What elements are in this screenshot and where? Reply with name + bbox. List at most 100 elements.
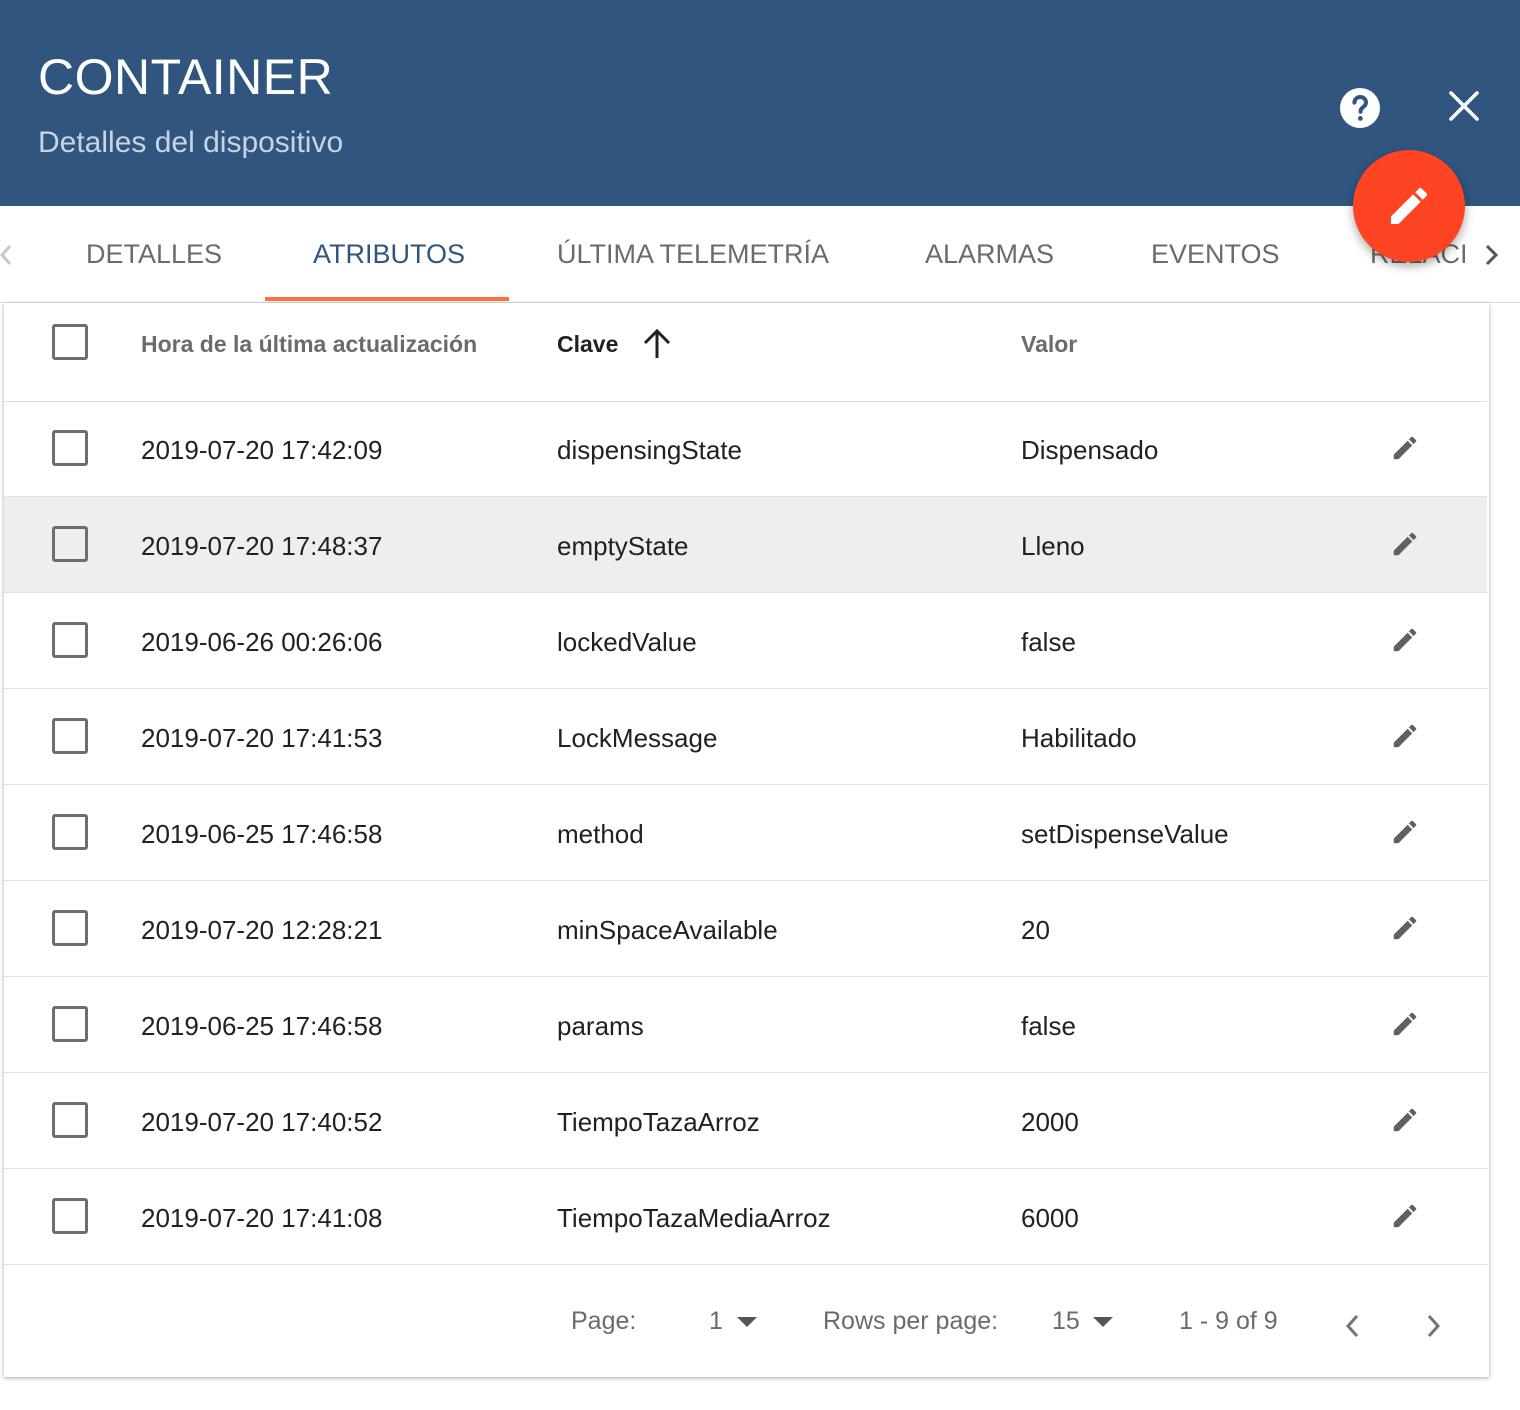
cell-value: 20	[1021, 915, 1050, 945]
tab-detalles[interactable]: DETALLES	[86, 206, 222, 302]
cell-time: 2019-07-20 17:42:09	[141, 435, 383, 465]
chevron-right-icon	[1427, 1314, 1441, 1338]
cell-key: LockMessage	[557, 723, 718, 753]
pencil-icon	[1391, 187, 1428, 224]
pencil-icon	[1393, 724, 1417, 748]
row-checkbox[interactable]	[52, 430, 88, 466]
pencil-icon	[1393, 916, 1417, 940]
cell-time: 2019-07-20 17:41:08	[141, 1203, 383, 1233]
cell-time: 2019-06-26 00:26:06	[141, 627, 383, 657]
table-row[interactable]: 2019-06-26 00:26:06 lockedValue false	[4, 593, 1487, 689]
table-row[interactable]: 2019-07-20 17:48:37 emptyState Lleno	[4, 497, 1487, 593]
edit-row-button[interactable]	[1390, 529, 1420, 559]
row-checkbox[interactable]	[52, 622, 88, 658]
edit-row-button[interactable]	[1390, 433, 1420, 463]
column-header-time[interactable]: Hora de la última actualización	[141, 331, 477, 358]
cell-key: minSpaceAvailable	[557, 915, 778, 945]
cell-value: 2000	[1021, 1107, 1079, 1137]
cell-key: TiempoTazaArroz	[557, 1107, 760, 1137]
chevron-left-icon	[0, 245, 12, 265]
edit-fab-button[interactable]	[1353, 150, 1465, 262]
tabs-scroll-right-button[interactable]	[1476, 238, 1506, 272]
tab-alarmas[interactable]: ALARMAS	[925, 206, 1054, 302]
edit-row-button[interactable]	[1390, 1009, 1420, 1039]
attributes-table: Hora de la última actualización Clave Va…	[4, 303, 1489, 1377]
row-checkbox[interactable]	[52, 526, 88, 562]
table-row[interactable]: 2019-07-20 17:41:53 LockMessage Habilita…	[4, 689, 1487, 785]
cell-time: 2019-07-20 12:28:21	[141, 915, 383, 945]
table-row[interactable]: 2019-07-20 17:40:52 TiempoTazaArroz 2000	[4, 1073, 1487, 1169]
table-row[interactable]: 2019-07-20 17:41:08 TiempoTazaMediaArroz…	[4, 1169, 1487, 1265]
cell-key: TiempoTazaMediaArroz	[557, 1203, 831, 1233]
cell-value: setDispenseValue	[1021, 819, 1229, 849]
pencil-icon	[1393, 532, 1417, 556]
tab-bar: DETALLES ATRIBUTOS ÚLTIMA TELEMETRÍA ALA…	[0, 206, 1520, 303]
cell-key: dispensingState	[557, 435, 743, 465]
pencil-icon	[1393, 820, 1417, 844]
dialog-header: CONTAINER Detalles del dispositivo	[0, 0, 1520, 206]
cell-value: Lleno	[1021, 531, 1085, 561]
cell-time: 2019-07-20 17:40:52	[141, 1107, 383, 1137]
page-dropdown-icon[interactable]	[737, 1317, 757, 1327]
column-header-value[interactable]: Valor	[1021, 331, 1077, 358]
chevron-right-icon	[1485, 244, 1499, 266]
table-row[interactable]: 2019-07-20 12:28:21 minSpaceAvailable 20	[4, 881, 1487, 977]
table-pagination: Page: 1 Rows per page: 15 1 - 9 of 9	[4, 1265, 1487, 1377]
row-checkbox[interactable]	[52, 718, 88, 754]
next-page-button[interactable]	[1419, 1309, 1447, 1343]
select-all-checkbox[interactable]	[52, 324, 88, 360]
edit-row-button[interactable]	[1390, 817, 1420, 847]
cell-value: false	[1021, 1011, 1076, 1041]
tab-eventos[interactable]: EVENTOS	[1151, 206, 1280, 302]
cell-key: lockedValue	[557, 627, 697, 657]
edit-row-button[interactable]	[1390, 913, 1420, 943]
cell-value: Habilitado	[1021, 723, 1137, 753]
cell-key: params	[557, 1011, 644, 1041]
cell-time: 2019-06-25 17:46:58	[141, 819, 383, 849]
pencil-icon	[1393, 1012, 1417, 1036]
row-checkbox[interactable]	[52, 910, 88, 946]
active-tab-indicator	[265, 297, 509, 301]
edit-row-button[interactable]	[1390, 625, 1420, 655]
cell-value: Dispensado	[1021, 435, 1159, 465]
dialog-subtitle: Detalles del dispositivo	[38, 126, 344, 159]
rows-per-page-select[interactable]: 15	[1052, 1307, 1080, 1336]
edit-row-button[interactable]	[1390, 1105, 1420, 1135]
cell-key: method	[557, 819, 644, 849]
cell-value: false	[1021, 627, 1076, 657]
table-row[interactable]: 2019-06-25 17:46:58 params false	[4, 977, 1487, 1073]
cell-time: 2019-07-20 17:41:53	[141, 723, 383, 753]
cell-key: emptyState	[557, 531, 689, 561]
tab-atributos[interactable]: ATRIBUTOS	[313, 206, 465, 302]
cell-value: 6000	[1021, 1203, 1079, 1233]
rows-dropdown-icon[interactable]	[1093, 1317, 1113, 1327]
dialog-title: CONTAINER	[38, 49, 334, 105]
close-icon	[1449, 91, 1479, 121]
arrow-up-icon[interactable]	[639, 326, 675, 362]
chevron-left-icon	[1345, 1314, 1359, 1338]
previous-page-button[interactable]	[1339, 1309, 1367, 1343]
close-button[interactable]	[1440, 82, 1488, 130]
tabs-scroll-left-button[interactable]	[0, 240, 18, 270]
row-checkbox[interactable]	[52, 814, 88, 850]
page-select[interactable]: 1	[709, 1307, 723, 1336]
pencil-icon	[1393, 436, 1417, 460]
column-header-key[interactable]: Clave	[557, 331, 618, 358]
row-checkbox[interactable]	[52, 1102, 88, 1138]
table-row[interactable]: 2019-06-25 17:46:58 method setDispenseVa…	[4, 785, 1487, 881]
table-row[interactable]: 2019-07-20 17:42:09 dispensingState Disp…	[4, 401, 1487, 497]
pencil-icon	[1393, 628, 1417, 652]
edit-row-button[interactable]	[1390, 1201, 1420, 1231]
edit-row-button[interactable]	[1390, 721, 1420, 751]
cell-time: 2019-07-20 17:48:37	[141, 531, 383, 561]
range-label: 1 - 9 of 9	[1179, 1307, 1278, 1335]
row-checkbox[interactable]	[52, 1006, 88, 1042]
table-header-row: Hora de la última actualización Clave Va…	[4, 303, 1487, 402]
pencil-icon	[1393, 1108, 1417, 1132]
page-label: Page:	[571, 1307, 637, 1335]
tab-ultima-telemetria[interactable]: ÚLTIMA TELEMETRÍA	[557, 206, 829, 302]
help-button[interactable]	[1336, 84, 1384, 132]
cell-time: 2019-06-25 17:46:58	[141, 1011, 383, 1041]
rows-per-page-label: Rows per page:	[823, 1307, 999, 1335]
row-checkbox[interactable]	[52, 1198, 88, 1234]
